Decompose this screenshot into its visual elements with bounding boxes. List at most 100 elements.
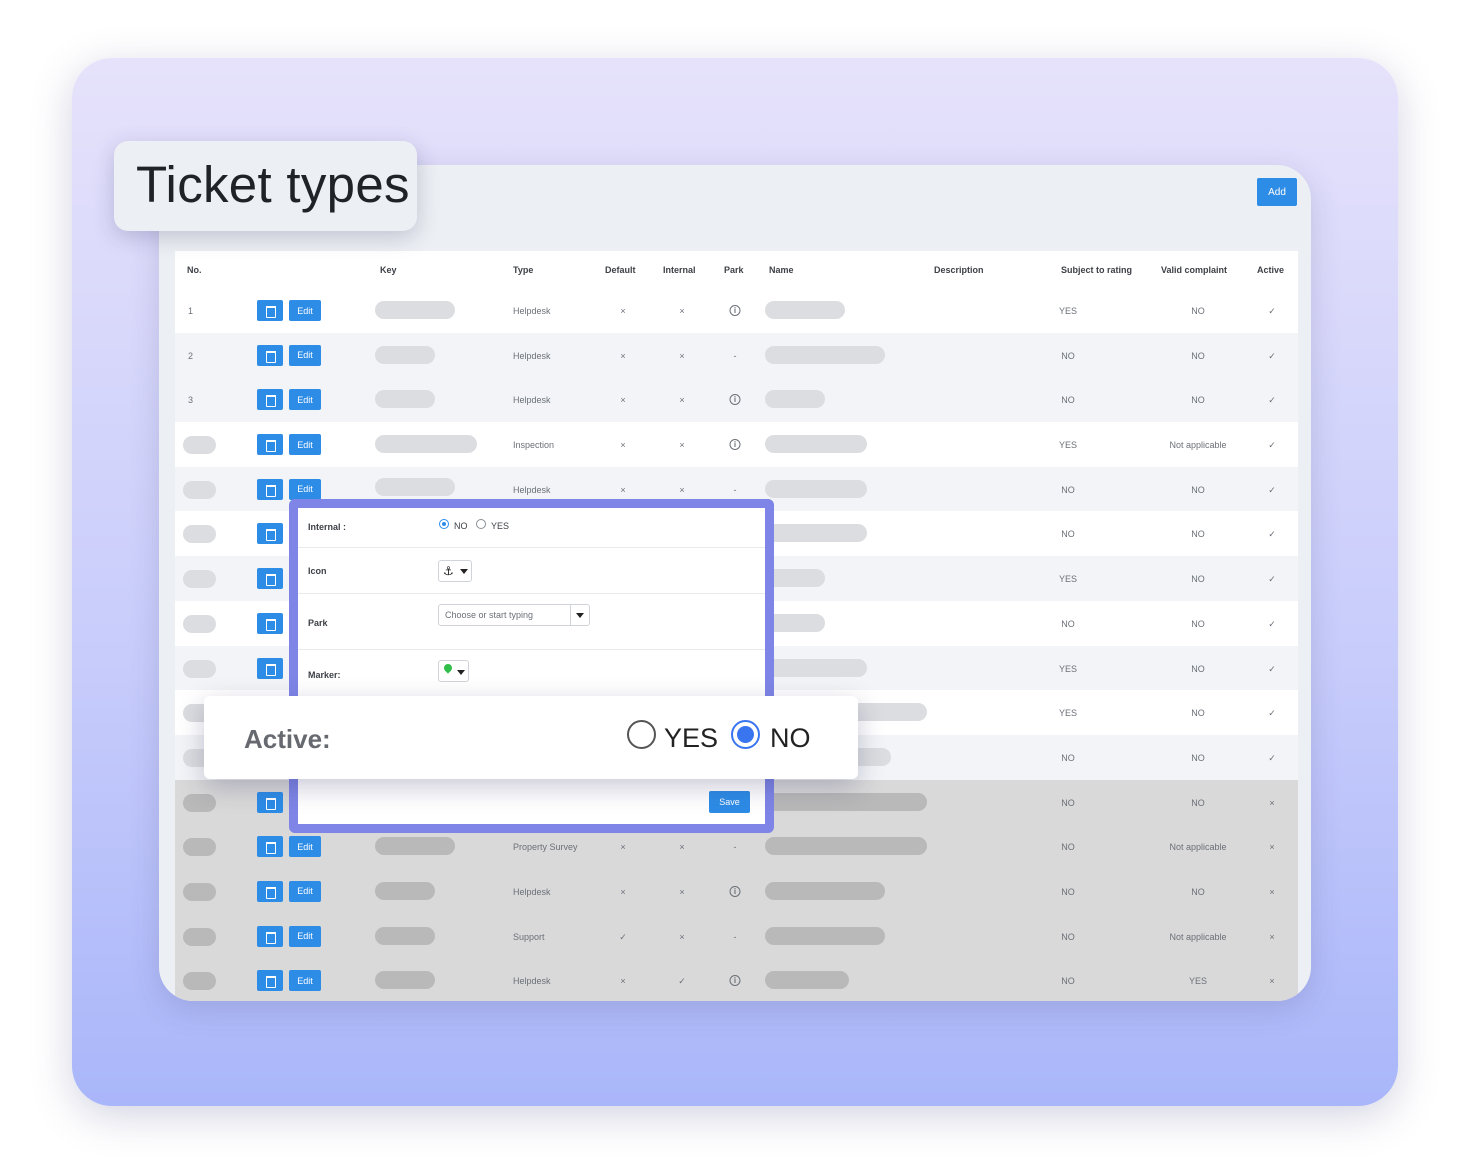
- table-row: 1 Edit Helpdesk × × i YES NO ✓: [175, 288, 1298, 333]
- header-default: Default: [605, 265, 636, 275]
- name-placeholder: [765, 479, 867, 498]
- delete-button[interactable]: [257, 970, 283, 992]
- delete-button[interactable]: [257, 300, 283, 321]
- row-valid-complaint: NO: [1191, 886, 1205, 897]
- internal-yes-label: YES: [491, 521, 510, 531]
- row-active: ×: [1269, 931, 1275, 942]
- save-button[interactable]: Save: [709, 791, 750, 813]
- row-default: ×: [620, 484, 626, 495]
- edit-button[interactable]: Edit: [289, 880, 321, 902]
- row-active: ×: [1269, 886, 1275, 897]
- map-marker-icon: [442, 662, 454, 674]
- delete-button[interactable]: [257, 523, 283, 545]
- table-row: 3 Edit Helpdesk × × i NO NO ✓: [175, 377, 1298, 423]
- edit-button[interactable]: Edit: [289, 925, 321, 947]
- name-placeholder: [765, 971, 849, 990]
- marker-picker[interactable]: [438, 660, 469, 682]
- delete-button[interactable]: [257, 344, 283, 366]
- delete-button[interactable]: [257, 791, 283, 813]
- edit-button[interactable]: Edit: [289, 389, 321, 411]
- delete-button[interactable]: [257, 389, 283, 411]
- row-subject-to-rating: NO: [1061, 618, 1075, 629]
- marker-row: Marker:: [298, 650, 765, 696]
- info-icon: i: [729, 885, 741, 897]
- edit-button[interactable]: Edit: [289, 970, 321, 992]
- header-name: Name: [769, 265, 794, 275]
- edit-button[interactable]: Edit: [289, 434, 321, 456]
- active-yes-radio[interactable]: [627, 720, 656, 749]
- delete-button[interactable]: [257, 612, 283, 634]
- key-placeholder: [375, 971, 435, 990]
- icon-picker[interactable]: ⚓: [438, 560, 472, 582]
- row-subject-to-rating: NO: [1061, 529, 1075, 540]
- park-placeholder: Choose or start typing: [445, 610, 534, 620]
- name-placeholder: [765, 390, 825, 409]
- edit-button[interactable]: Edit: [289, 300, 321, 321]
- row-active: ✓: [1268, 306, 1276, 316]
- edit-button[interactable]: Edit: [289, 836, 321, 858]
- delete-button[interactable]: [257, 925, 283, 947]
- table-header: No. Key Type Default Internal Park Name …: [175, 251, 1298, 288]
- row-subject-to-rating: NO: [1061, 484, 1075, 495]
- table-row: Edit Support ✓ × - NO Not applicable ×: [175, 913, 1298, 959]
- row-active: ×: [1269, 797, 1275, 808]
- row-number-placeholder: [183, 972, 216, 991]
- row-internal: ×: [679, 931, 685, 942]
- row-valid-complaint: NO: [1191, 529, 1205, 540]
- row-number-placeholder: [183, 614, 216, 633]
- row-valid-complaint: NO: [1191, 395, 1205, 406]
- name-placeholder: [765, 569, 825, 588]
- row-internal: ×: [679, 440, 685, 451]
- row-number: 2: [188, 350, 194, 361]
- row-default: ✓: [619, 931, 627, 942]
- row-active: ✓: [1268, 618, 1276, 629]
- edit-button[interactable]: Edit: [289, 344, 321, 366]
- row-default: ×: [620, 842, 626, 853]
- row-valid-complaint: NO: [1191, 350, 1205, 361]
- info-icon: i: [729, 394, 741, 406]
- row-subject-to-rating: YES: [1058, 663, 1078, 674]
- name-placeholder: [765, 658, 867, 677]
- key-placeholder: [375, 837, 455, 856]
- row-default: ×: [620, 306, 626, 316]
- delete-button[interactable]: [257, 478, 283, 500]
- row-valid-complaint: NO: [1191, 306, 1205, 316]
- row-type: Helpdesk: [513, 395, 551, 406]
- name-placeholder: [765, 613, 825, 632]
- internal-yes-radio[interactable]: [476, 519, 486, 529]
- row-subject-to-rating: NO: [1061, 797, 1075, 808]
- row-internal: ×: [679, 484, 685, 495]
- name-placeholder: [765, 792, 927, 811]
- row-internal: ×: [679, 350, 685, 361]
- header-internal: Internal: [663, 265, 696, 275]
- delete-button[interactable]: [257, 836, 283, 858]
- delete-button[interactable]: [257, 434, 283, 456]
- row-number-placeholder: [183, 927, 216, 946]
- row-active: ✓: [1268, 708, 1276, 719]
- header-subject-to-rating: Subject to rating: [1061, 265, 1133, 275]
- row-active: ×: [1269, 842, 1275, 853]
- add-button[interactable]: Add: [1257, 178, 1297, 206]
- row-subject-to-rating: YES: [1058, 440, 1078, 451]
- internal-no-radio[interactable]: [439, 519, 449, 529]
- delete-button[interactable]: [257, 657, 283, 679]
- park-select[interactable]: Choose or start typing: [438, 604, 590, 626]
- row-subject-to-rating: NO: [1061, 395, 1075, 406]
- active-no-radio[interactable]: [731, 720, 760, 749]
- row-subject-to-rating: NO: [1061, 976, 1075, 987]
- icon-row: Icon ⚓: [298, 548, 765, 594]
- row-number: 1: [188, 306, 194, 316]
- row-number-placeholder: [183, 793, 216, 812]
- row-park: -: [733, 842, 737, 853]
- delete-button[interactable]: [257, 568, 283, 590]
- active-yes-label: YES: [664, 723, 719, 753]
- delete-button[interactable]: [257, 880, 283, 902]
- key-placeholder: [375, 345, 435, 364]
- row-valid-complaint: NO: [1191, 484, 1205, 495]
- row-active: ✓: [1268, 574, 1276, 585]
- chevron-down-icon: [457, 670, 465, 675]
- row-default: ×: [620, 440, 626, 451]
- row-number-placeholder: [183, 570, 216, 589]
- edit-button[interactable]: Edit: [289, 478, 321, 500]
- row-number-placeholder: [183, 659, 216, 678]
